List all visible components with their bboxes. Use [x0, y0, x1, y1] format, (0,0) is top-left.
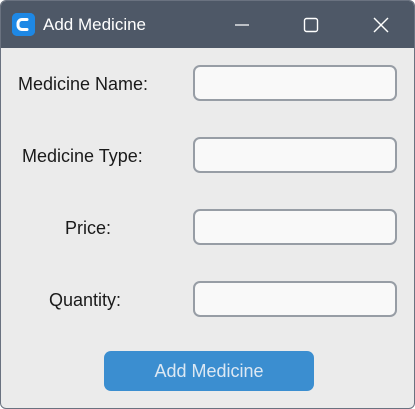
price-label: Price: [65, 218, 112, 238]
add-medicine-window: Add Medicine Medicine Name: Medicine Typ… [0, 0, 415, 409]
title-bar[interactable]: Add Medicine [1, 1, 414, 48]
add-medicine-button[interactable]: Add Medicine [104, 351, 314, 391]
maximize-button[interactable] [288, 1, 334, 48]
quantity-input[interactable] [193, 281, 397, 317]
close-icon [373, 17, 389, 32]
maximize-icon [303, 17, 319, 32]
window-title: Add Medicine [43, 15, 147, 34]
medicine-name-label: Medicine Name: [18, 74, 149, 94]
minimize-button[interactable] [219, 1, 265, 48]
app-icon [12, 13, 35, 36]
form-area: Medicine Name: Medicine Type: Price: Qua… [1, 48, 414, 408]
minimize-icon [235, 23, 249, 26]
medicine-type-label: Medicine Type: [22, 146, 143, 166]
medicine-name-input[interactable] [193, 65, 397, 101]
close-button[interactable] [358, 1, 404, 48]
price-input[interactable] [193, 209, 397, 245]
medicine-type-input[interactable] [193, 137, 397, 173]
quantity-label: Quantity: [49, 290, 122, 310]
